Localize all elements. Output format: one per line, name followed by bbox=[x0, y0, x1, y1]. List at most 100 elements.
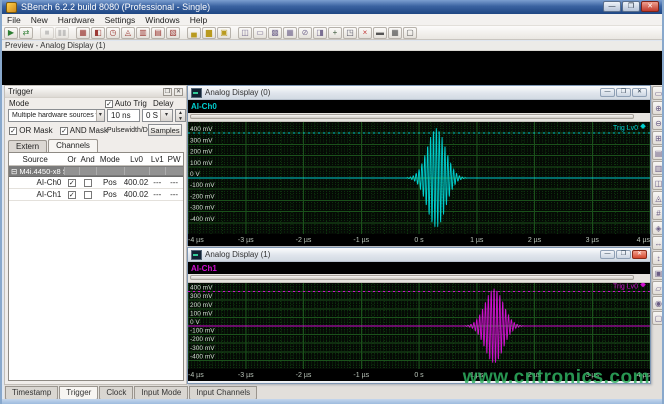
delay-step-field[interactable]: 10 ns bbox=[107, 109, 140, 122]
digital-display-icon[interactable]: ▩ bbox=[268, 27, 282, 39]
zoom-in-icon[interactable]: ⊕ bbox=[652, 101, 664, 115]
or-checkbox[interactable]: ✓ bbox=[68, 191, 76, 199]
delay-spinner[interactable]: ▲▼ bbox=[175, 109, 186, 122]
acquisition-settings-icon[interactable]: ▧ bbox=[166, 27, 180, 39]
memory-settings-icon[interactable]: ▤ bbox=[151, 27, 165, 39]
display-minimize-button[interactable]: — bbox=[600, 88, 615, 97]
panel-float-button[interactable]: ❐ bbox=[163, 88, 172, 96]
title-bar[interactable]: SBench 6.2.2 build 8080 (Professional - … bbox=[2, 0, 662, 14]
input-mode-icon[interactable]: ◧ bbox=[91, 27, 105, 39]
add-channel-icon[interactable]: + bbox=[328, 27, 342, 39]
channel-settings-icon[interactable]: ▥ bbox=[136, 27, 150, 39]
menu-item-settings[interactable]: Settings bbox=[100, 15, 141, 25]
pan-vertical-icon[interactable]: ↕ bbox=[652, 251, 664, 265]
bottom-tab-clock[interactable]: Clock bbox=[99, 386, 133, 400]
select-tool-icon[interactable]: ▭ bbox=[652, 86, 664, 100]
save-data-icon[interactable]: ▆ bbox=[202, 27, 216, 39]
display-maximize-button[interactable]: ❐ bbox=[616, 88, 631, 97]
scrollbar-thumb[interactable] bbox=[190, 114, 634, 119]
marker-icon[interactable]: ◬ bbox=[652, 191, 664, 205]
clock-settings-icon[interactable]: ◷ bbox=[106, 27, 120, 39]
save-project-icon[interactable]: ▄ bbox=[187, 27, 201, 39]
or-mask-checkbox[interactable]: ✓ bbox=[9, 127, 17, 135]
pause-icon[interactable]: ▮▮ bbox=[55, 27, 69, 39]
channel-label: AI-Ch0 bbox=[191, 102, 217, 111]
export-data-icon[interactable]: ▣ bbox=[217, 27, 231, 39]
display-maximize-button[interactable]: ❐ bbox=[616, 250, 631, 259]
display-close-button[interactable]: ✕ bbox=[632, 88, 647, 97]
preview-area[interactable] bbox=[2, 51, 662, 85]
cursor-y-icon[interactable]: ◫ bbox=[652, 176, 664, 190]
horizontal-scrollbar[interactable] bbox=[188, 274, 650, 283]
grid-toggle-icon[interactable]: ▤ bbox=[652, 146, 664, 160]
table-row[interactable]: AI-Ch1 ✓ Pos 400.02... --- --- bbox=[9, 189, 183, 201]
group-expander-icon[interactable]: ⊟ bbox=[11, 167, 17, 176]
or-checkbox[interactable]: ✓ bbox=[68, 179, 76, 187]
tab-channels[interactable]: Channels bbox=[48, 139, 98, 152]
and-checkbox[interactable] bbox=[84, 179, 92, 187]
waveform-plot[interactable]: Trig Lv0400 mV300 mV200 mV100 mV0 V-100 … bbox=[188, 283, 650, 369]
horizontal-scrollbar[interactable] bbox=[188, 113, 650, 122]
display-close-button[interactable]: ✕ bbox=[632, 250, 647, 259]
bottom-tab-trigger[interactable]: Trigger bbox=[59, 386, 98, 400]
menu-item-windows[interactable]: Windows bbox=[140, 15, 184, 25]
x-tick-label: -2 µs bbox=[296, 372, 312, 379]
analog-display-window-icon bbox=[191, 88, 202, 98]
analog-display-icon[interactable]: ▭ bbox=[253, 27, 267, 39]
zoom-out-icon[interactable]: ⊖ bbox=[652, 116, 664, 130]
dot-display-icon[interactable]: ◉ bbox=[652, 296, 664, 310]
maximize-button[interactable]: ❐ bbox=[622, 1, 640, 12]
hardware-setup-icon[interactable]: ▦ bbox=[76, 27, 90, 39]
tab-extern[interactable]: Extern bbox=[8, 140, 47, 152]
minimize-button[interactable]: — bbox=[603, 1, 621, 12]
edit-display-icon[interactable]: ◨ bbox=[313, 27, 327, 39]
bottom-tab-input-channels[interactable]: Input Channels bbox=[189, 386, 257, 400]
table-row[interactable]: AI-Ch0 ✓ Pos 400.02... --- --- bbox=[9, 177, 183, 189]
auto-trig-checkbox[interactable]: ✓ bbox=[105, 100, 113, 108]
panel-close-button[interactable]: ✕ bbox=[174, 88, 183, 96]
svg-text:300 mV: 300 mV bbox=[190, 293, 213, 300]
copy-display-icon[interactable]: ◳ bbox=[343, 27, 357, 39]
and-checkbox[interactable] bbox=[84, 191, 92, 199]
start-acquisition-icon[interactable]: ▶ bbox=[4, 27, 18, 39]
bottom-tab-input-mode[interactable]: Input Mode bbox=[134, 386, 188, 400]
zoom-full-icon[interactable]: ⊞ bbox=[652, 131, 664, 145]
display-minimize-button[interactable]: — bbox=[600, 250, 615, 259]
frame-icon[interactable]: ▢ bbox=[652, 311, 664, 325]
close-display-icon[interactable]: × bbox=[358, 27, 372, 39]
transfer-loop-icon[interactable]: ⇄ bbox=[19, 27, 33, 39]
menu-item-help[interactable]: Help bbox=[185, 15, 212, 25]
delay-value-select[interactable]: 0 S ▾ bbox=[142, 109, 173, 122]
and-mask-checkbox[interactable]: ✓ bbox=[60, 127, 68, 135]
chevron-down-icon[interactable]: ▾ bbox=[160, 110, 172, 121]
table-view-icon[interactable]: ▬ bbox=[373, 27, 387, 39]
close-button[interactable]: ✕ bbox=[641, 1, 659, 12]
menu-item-hardware[interactable]: Hardware bbox=[53, 15, 100, 25]
disable-display-icon[interactable]: ⊘ bbox=[298, 27, 312, 39]
trigger-mode-select[interactable]: Multiple hardware sources with AND/OR ▾ bbox=[8, 109, 105, 122]
bottom-tab-timestamp[interactable]: Timestamp bbox=[5, 386, 58, 400]
chevron-down-icon[interactable]: ▾ bbox=[96, 110, 104, 121]
stop-icon[interactable]: ■ bbox=[40, 27, 54, 39]
spectrum-display-icon[interactable]: ▦ bbox=[283, 27, 297, 39]
skew-icon[interactable]: ▱ bbox=[652, 281, 664, 295]
new-display-icon[interactable]: ◫ bbox=[238, 27, 252, 39]
cursor-x-icon[interactable]: ▥ bbox=[652, 161, 664, 175]
samples-button[interactable]: Samples bbox=[148, 124, 182, 136]
snapshot-icon[interactable]: ▣ bbox=[652, 266, 664, 280]
trigger-panel-header[interactable]: Trigger ❐ ✕ bbox=[5, 86, 186, 98]
pan-horizontal-icon[interactable]: ↔ bbox=[652, 236, 664, 250]
trigger-settings-icon[interactable]: ◬ bbox=[121, 27, 135, 39]
x-tick-label: 2 µs bbox=[528, 237, 541, 244]
menu-item-new[interactable]: New bbox=[26, 15, 53, 25]
window-layout-icon[interactable]: ▢ bbox=[403, 27, 417, 39]
waveform-plot[interactable]: Trig Lv0400 mV300 mV200 mV100 mV0 V-100 … bbox=[188, 122, 650, 234]
diamond-marker-icon[interactable]: ◈ bbox=[652, 221, 664, 235]
menu-item-file[interactable]: File bbox=[2, 15, 26, 25]
display-title-bar[interactable]: Analog Display (0) — ❐ ✕ bbox=[188, 86, 650, 100]
grid-view-icon[interactable]: ▦ bbox=[388, 27, 402, 39]
display-title-bar[interactable]: Analog Display (1) — ❐ ✕ bbox=[188, 248, 650, 262]
table-group-row[interactable]: ⊟ M4i.4450-x8 S... bbox=[9, 166, 183, 177]
scrollbar-thumb[interactable] bbox=[190, 275, 634, 280]
measure-icon[interactable]: # bbox=[652, 206, 664, 220]
